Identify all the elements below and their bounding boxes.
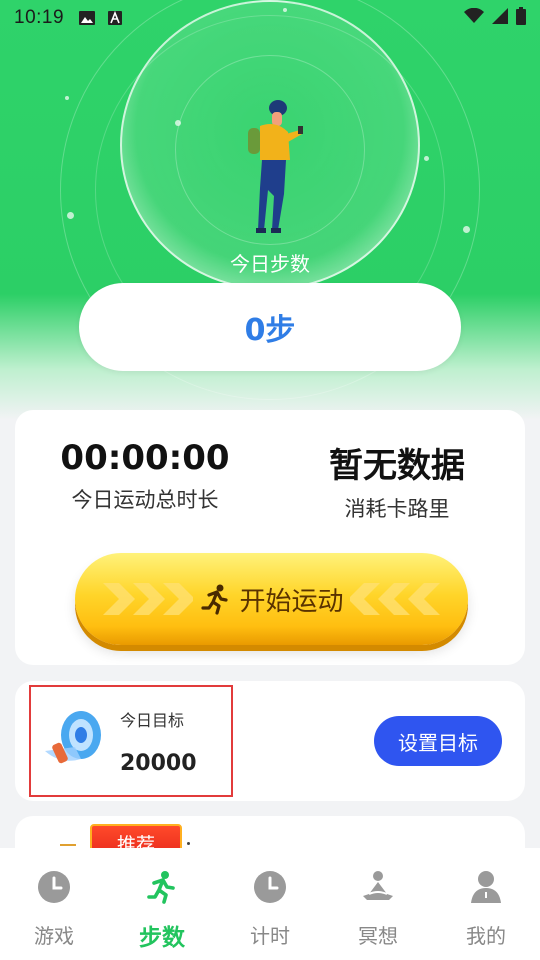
- duration-value: 00:00:00: [60, 438, 230, 478]
- goal-card: 今日目标 20000 设置目标: [15, 681, 525, 801]
- walking-person-illustration: [248, 100, 303, 233]
- tab-meditation-label: 冥想: [358, 924, 398, 948]
- tab-meditation[interactable]: 冥想: [324, 848, 432, 960]
- clock-icon: [38, 871, 70, 903]
- sparkle-dot: [67, 212, 74, 219]
- today-steps-label: 今日步数: [230, 252, 310, 276]
- sparkle-dot: [175, 120, 181, 126]
- tab-steps[interactable]: 步数: [108, 848, 216, 960]
- steps-value: 0步: [244, 313, 296, 348]
- image-icon: [78, 10, 96, 26]
- start-exercise-button[interactable]: 开始运动: [75, 553, 468, 645]
- recommend-divider: [60, 844, 76, 846]
- calories-label: 消耗卡路里: [344, 497, 450, 521]
- steps-display: 0步: [79, 283, 461, 371]
- tab-games[interactable]: 游戏: [0, 848, 108, 960]
- meditation-icon: [363, 871, 393, 900]
- sparkle-dot: [283, 8, 287, 12]
- running-icon: [147, 871, 175, 904]
- duration-stat: 00:00:00 今日运动总时长: [25, 438, 265, 514]
- calories-value: 暂无数据: [329, 446, 465, 486]
- recommend-dot: [187, 842, 190, 845]
- goal-label: 今日目标: [120, 711, 185, 730]
- sparkle-dot: [463, 226, 470, 233]
- user-icon: [471, 871, 501, 903]
- sparkle-dot: [424, 156, 429, 161]
- megaphone-icon: [45, 711, 101, 764]
- clock-icon: [254, 871, 286, 903]
- tab-profile[interactable]: 我的: [432, 848, 540, 960]
- stats-card: 00:00:00 今日运动总时长 暂无数据 消耗卡路里 开始运动: [15, 410, 525, 665]
- goal-value: 20000: [120, 751, 197, 776]
- running-icon: [201, 584, 229, 615]
- tab-games-label: 游戏: [34, 924, 74, 948]
- bottom-tab-bar: 游戏 步数 计时 冥想 我的: [0, 848, 540, 960]
- tab-timer[interactable]: 计时: [216, 848, 324, 960]
- signal-icon: [492, 8, 508, 28]
- chevron-right-decoration: [103, 583, 193, 615]
- calories-stat: 暂无数据 消耗卡路里: [277, 438, 517, 523]
- set-goal-button[interactable]: 设置目标: [374, 716, 502, 766]
- tab-timer-label: 计时: [250, 924, 290, 948]
- sparkle-dot: [65, 96, 69, 100]
- battery-icon: [516, 7, 526, 29]
- text-a-icon: [106, 10, 124, 26]
- start-exercise-label: 开始运动: [239, 586, 344, 617]
- status-time: 10:19: [14, 7, 65, 28]
- chevron-left-decoration: [350, 583, 440, 615]
- tab-steps-label: 步数: [139, 925, 185, 951]
- wifi-icon: [464, 7, 484, 28]
- tab-profile-label: 我的: [466, 924, 506, 948]
- duration-label: 今日运动总时长: [71, 488, 219, 512]
